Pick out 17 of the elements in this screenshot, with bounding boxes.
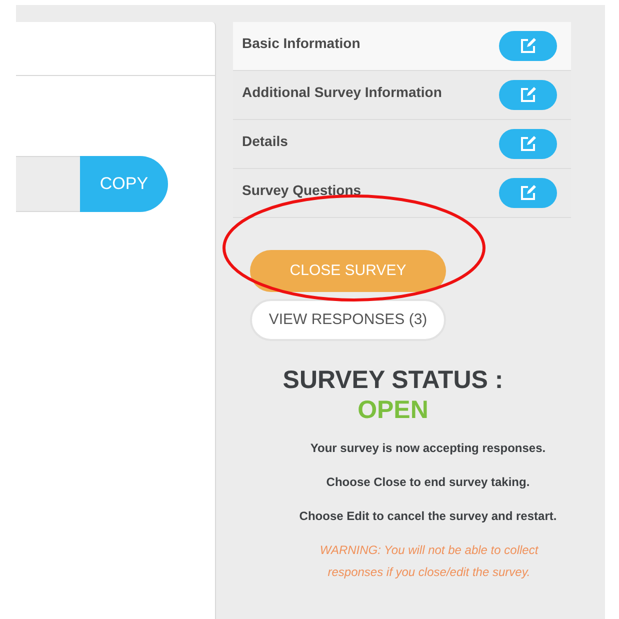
- status-note: Your survey is now accepting responses.: [310, 440, 546, 457]
- edit-button[interactable]: [499, 129, 557, 159]
- edit-icon: [519, 37, 537, 55]
- edit-button[interactable]: [499, 31, 557, 61]
- edit-icon: [519, 135, 537, 153]
- edit-icon: [519, 184, 537, 202]
- edit-icon: [519, 86, 537, 104]
- section-row[interactable]: Basic Information: [233, 22, 571, 71]
- status-heading: SURVEY STATUS :: [282, 365, 504, 395]
- edit-button[interactable]: [499, 80, 557, 110]
- edit-button[interactable]: [499, 178, 557, 208]
- status-value: OPEN: [358, 395, 428, 425]
- status-note: Choose Close to end survey taking.: [326, 474, 530, 491]
- warning-text: WARNING: You will not be able to collect responses if you close/edit the survey.: [318, 542, 540, 581]
- status-note: Choose Edit to cancel the survey and restart.: [299, 508, 557, 525]
- link-field[interactable]: [16, 156, 80, 212]
- view-responses-button[interactable]: VIEW RESPONSES (3): [250, 299, 446, 341]
